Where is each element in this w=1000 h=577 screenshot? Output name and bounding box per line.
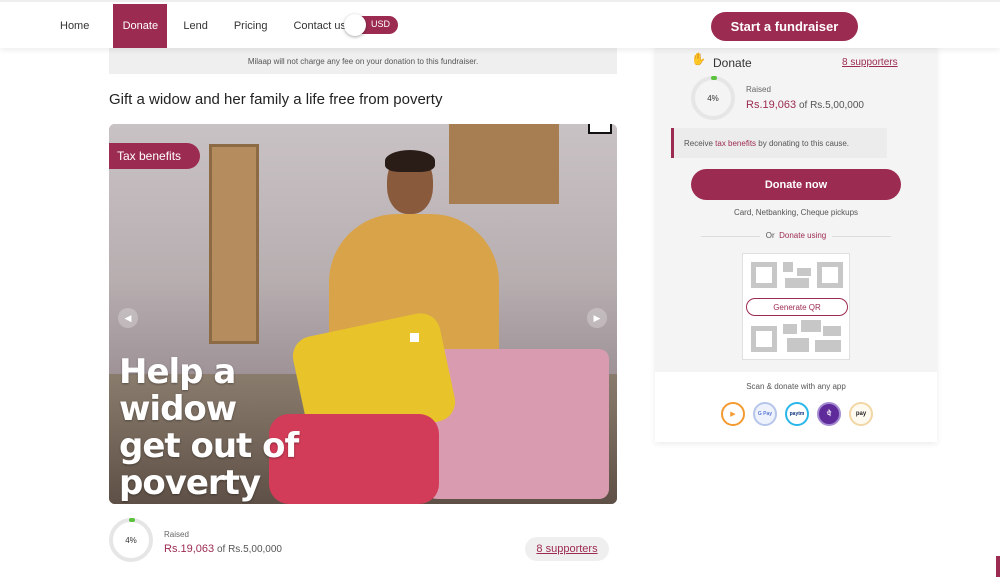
amazon-pay-icon[interactable]: pay — [849, 402, 873, 426]
nav-pricing[interactable]: Pricing — [224, 4, 278, 48]
payment-methods: Card, Netbanking, Cheque pickups — [733, 208, 859, 217]
main-nav: Home Donate Lend Pricing Contact us — [50, 4, 362, 48]
qr-module — [801, 320, 821, 332]
donate-now-button[interactable]: Donate now — [691, 169, 901, 200]
nav-lend[interactable]: Lend — [173, 4, 217, 48]
or-donate-using: Or Donate using — [655, 231, 937, 240]
nav-donate[interactable]: Donate — [113, 4, 168, 48]
sidebar-raised-amount-line: Rs.19,063 of Rs.5,00,000 — [746, 99, 864, 111]
image-person-hair — [385, 150, 435, 172]
qr-module — [797, 268, 811, 276]
sidebar-of-label: of — [798, 100, 808, 111]
qr-module — [787, 338, 809, 352]
qr-finder-top-right — [817, 262, 843, 288]
scan-apps-section: Scan & donate with any app ▶ G Pay paytm… — [655, 372, 937, 442]
nav-home[interactable]: Home — [50, 4, 99, 48]
supporters-link[interactable]: 8 supporters — [842, 57, 898, 68]
tax-benefits-link[interactable]: tax benefits — [715, 139, 756, 148]
google-pay-icon[interactable]: G Pay — [753, 402, 777, 426]
bhim-app-icon[interactable]: ▶ — [721, 402, 745, 426]
image-marker — [410, 333, 419, 342]
qr-module — [785, 278, 809, 288]
sidebar-raised-label: Raised — [746, 85, 771, 94]
qr-code-placeholder: Generate QR — [742, 253, 850, 360]
carousel-next-button[interactable]: ▶ — [587, 308, 607, 328]
tax-benefits-tag: Tax benefits — [109, 143, 200, 169]
image-overlay-text: Help a widow get out of poverty — [119, 352, 299, 503]
tax-benefits-note: Receive tax benefits by donating to this… — [671, 128, 887, 158]
donate-hand-icon: ✋ — [691, 52, 706, 66]
progress-ring: 4% — [109, 518, 153, 562]
top-navbar: Home Donate Lend Pricing Contact us USD … — [0, 0, 1000, 48]
scan-donate-text: Scan & donate with any app — [746, 382, 846, 391]
payment-apps: ▶ G Pay paytm पे pay — [721, 402, 873, 426]
donate-using-link[interactable]: Donate using — [779, 231, 826, 240]
carousel-prev-button[interactable]: ◀ — [118, 308, 138, 328]
toggle-knob — [344, 14, 366, 36]
qr-finder-top-left — [751, 262, 777, 288]
tax-note-pre: Receive — [684, 138, 713, 148]
qr-finder-bottom-left — [751, 326, 777, 352]
progress-indicator — [129, 518, 135, 522]
generate-qr-button[interactable]: Generate QR — [746, 298, 848, 316]
chat-widget-edge[interactable] — [996, 556, 1000, 577]
paytm-icon[interactable]: paytm — [785, 402, 809, 426]
raised-amount: Rs.19,063 — [164, 543, 215, 555]
qr-module — [783, 324, 797, 334]
fee-notice: Milaap will not charge any fee on your d… — [109, 48, 617, 74]
sidebar-goal-amount: Rs.5,00,000 — [810, 100, 864, 111]
currency-label: USD — [370, 19, 390, 29]
raised-amount-line: Rs.19,063 of Rs.5,00,000 — [164, 543, 282, 555]
qr-module — [783, 262, 793, 272]
qr-module — [823, 326, 841, 336]
tax-note-post: by donating to this cause. — [758, 138, 850, 148]
donate-sidebar: ✋ Donate 8 supporters 4% Raised Rs.19,06… — [655, 46, 937, 442]
start-fundraiser-button[interactable]: Start a fundraiser — [711, 12, 858, 41]
donate-title: Donate — [713, 56, 752, 70]
image-door — [209, 144, 259, 344]
goal-amount: Rs.5,00,000 — [228, 544, 282, 555]
campaign-image-carousel[interactable]: Help a widow get out of poverty Tax bene… — [109, 124, 617, 504]
currency-toggle[interactable]: USD — [344, 14, 398, 36]
raised-label: Raised — [164, 530, 189, 539]
image-window — [449, 124, 559, 204]
sidebar-progress-indicator — [711, 76, 717, 80]
campaign-title: Gift a widow and her family a life free … — [109, 91, 443, 108]
of-label: of — [216, 544, 226, 555]
or-prefix: Or — [765, 231, 777, 240]
phonepe-icon[interactable]: पे — [817, 402, 841, 426]
sidebar-raised-amount: Rs.19,063 — [746, 99, 797, 111]
gallery-icon[interactable] — [588, 124, 612, 134]
qr-module — [815, 340, 841, 352]
supporters-button[interactable]: 8 supporters — [525, 537, 609, 561]
sidebar-progress-ring: 4% — [691, 76, 735, 120]
sidebar-progress-percent: 4% — [707, 93, 719, 103]
progress-percent: 4% — [125, 535, 137, 545]
